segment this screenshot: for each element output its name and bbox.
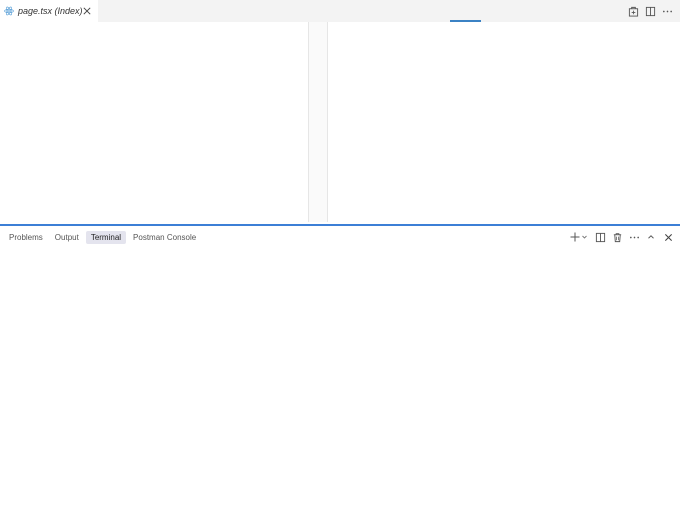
more-actions-icon[interactable] xyxy=(628,231,640,243)
editor-pane-left[interactable] xyxy=(0,22,308,224)
editor-split-gutter[interactable] xyxy=(308,22,328,222)
tab-postman-console[interactable]: Postman Console xyxy=(128,231,201,244)
editor-tab-label: page.tsx (Index) xyxy=(18,6,83,16)
terminal-body[interactable] xyxy=(0,248,680,511)
tab-problems[interactable]: Problems xyxy=(4,231,48,244)
editor-tab-bar: page.tsx (Index) xyxy=(0,0,680,22)
tab-terminal[interactable]: Terminal xyxy=(85,230,127,244)
panel-actions xyxy=(569,230,674,244)
editor-actions xyxy=(627,4,674,18)
trash-icon[interactable] xyxy=(611,231,623,243)
bottom-panel: Problems Output Terminal Postman Console xyxy=(0,226,680,511)
editor-pane-right[interactable] xyxy=(329,22,680,224)
close-icon[interactable] xyxy=(662,231,674,243)
split-editor-icon[interactable] xyxy=(644,5,657,18)
react-icon xyxy=(4,6,14,16)
new-terminal-icon[interactable] xyxy=(569,231,589,243)
tab-output[interactable]: Output xyxy=(50,231,84,244)
panel-tab-list: Problems Output Terminal Postman Console xyxy=(4,230,201,244)
close-icon[interactable] xyxy=(81,5,93,17)
editor-area xyxy=(0,22,680,224)
editor-tab-page-tsx[interactable]: page.tsx (Index) xyxy=(0,0,98,22)
open-changes-icon[interactable] xyxy=(627,5,640,18)
chevron-up-icon[interactable] xyxy=(645,231,657,243)
more-actions-icon[interactable] xyxy=(661,5,674,18)
split-terminal-icon[interactable] xyxy=(594,231,606,243)
